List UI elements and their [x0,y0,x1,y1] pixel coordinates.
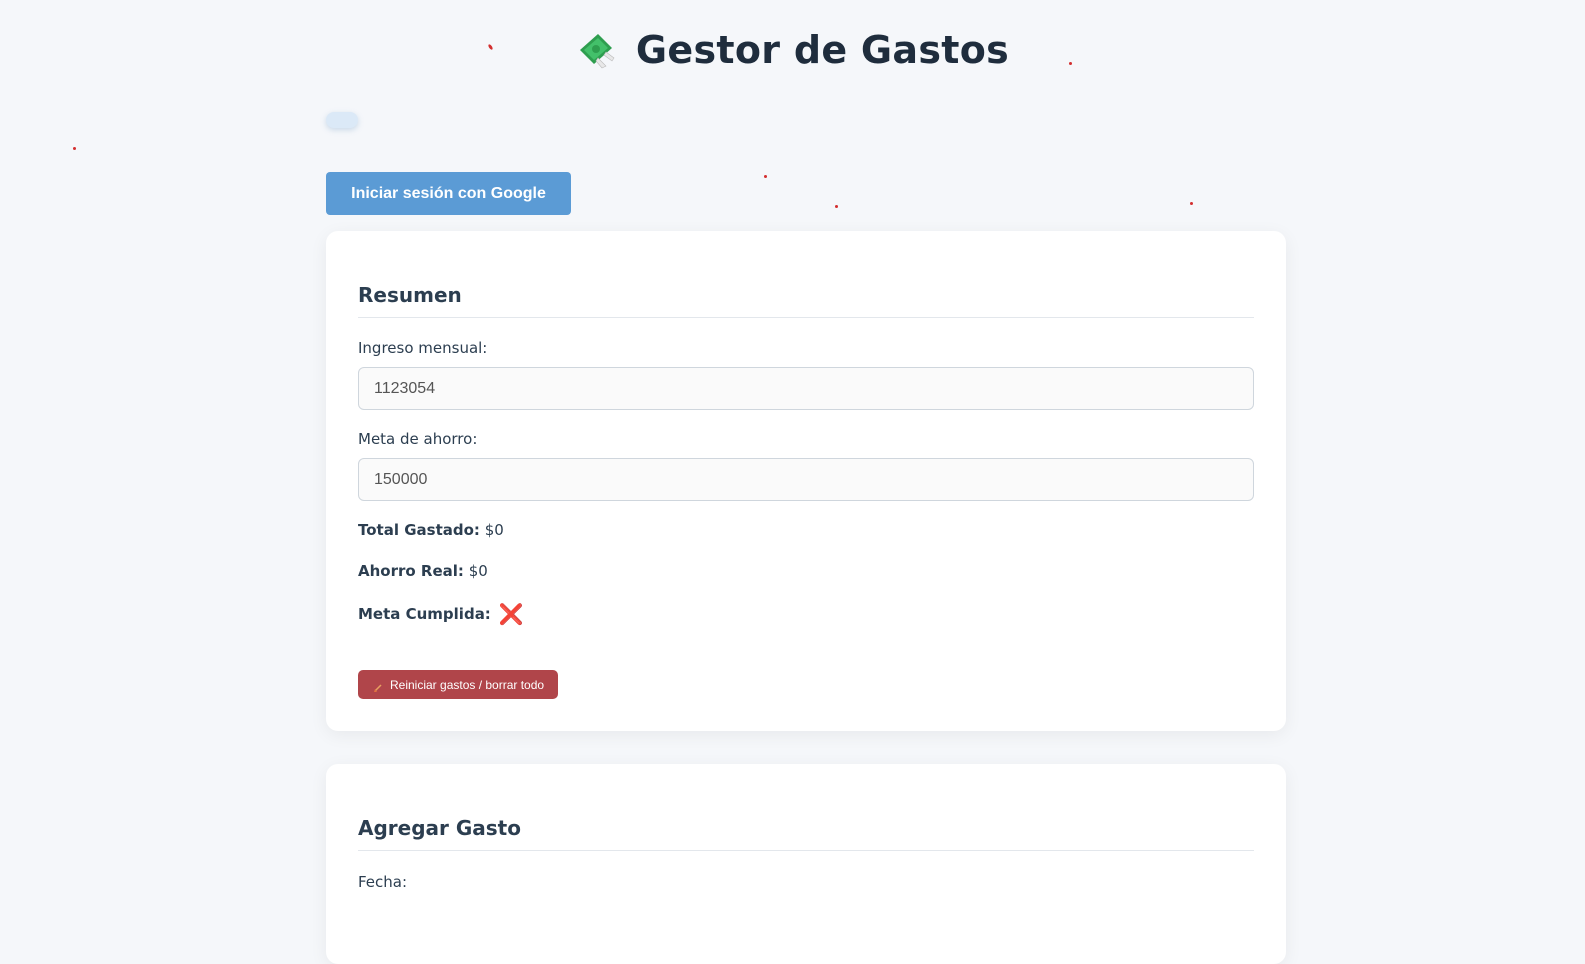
broom-icon [374,681,382,692]
decorative-dot [73,147,76,150]
total-spent-stat: Total Gastado: $0 [358,521,504,539]
user-status-pill [326,112,358,128]
google-sign-in-button[interactable]: Iniciar sesión con Google [326,172,571,215]
real-savings-stat: Ahorro Real: $0 [358,562,488,580]
money-with-wings-icon [576,30,616,70]
add-expense-card: Agregar Gasto Fecha: [326,764,1286,964]
page-header: Gestor de Gastos [0,28,1585,72]
decorative-dot [764,175,767,178]
summary-section-title: Resumen [358,283,1254,318]
total-spent-label: Total Gastado: [358,521,480,539]
total-spent-value: $0 [484,521,504,539]
reset-expenses-button[interactable]: Reiniciar gastos / borrar todo [358,670,559,699]
date-label: Fecha: [358,873,408,891]
savings-goal-label: Meta de ahorro: [358,430,478,448]
income-input[interactable] [358,367,1254,410]
add-expense-section-title: Agregar Gasto [358,816,1254,851]
reset-button-label: Reiniciar gastos / borrar todo [390,677,545,692]
summary-card: Resumen Ingreso mensual: Meta de ahorro:… [326,231,1286,731]
savings-goal-input[interactable] [358,458,1254,501]
goal-met-label: Meta Cumplida: [358,605,491,623]
income-label: Ingreso mensual: [358,339,488,357]
decorative-dot [835,205,838,208]
cross-mark-icon: ❌ [498,602,524,626]
decorative-dot [1190,202,1193,205]
real-savings-value: $0 [468,562,488,580]
goal-met-stat: Meta Cumplida: ❌ [358,602,524,626]
real-savings-label: Ahorro Real: [358,562,464,580]
page-title: Gestor de Gastos [635,28,1010,72]
